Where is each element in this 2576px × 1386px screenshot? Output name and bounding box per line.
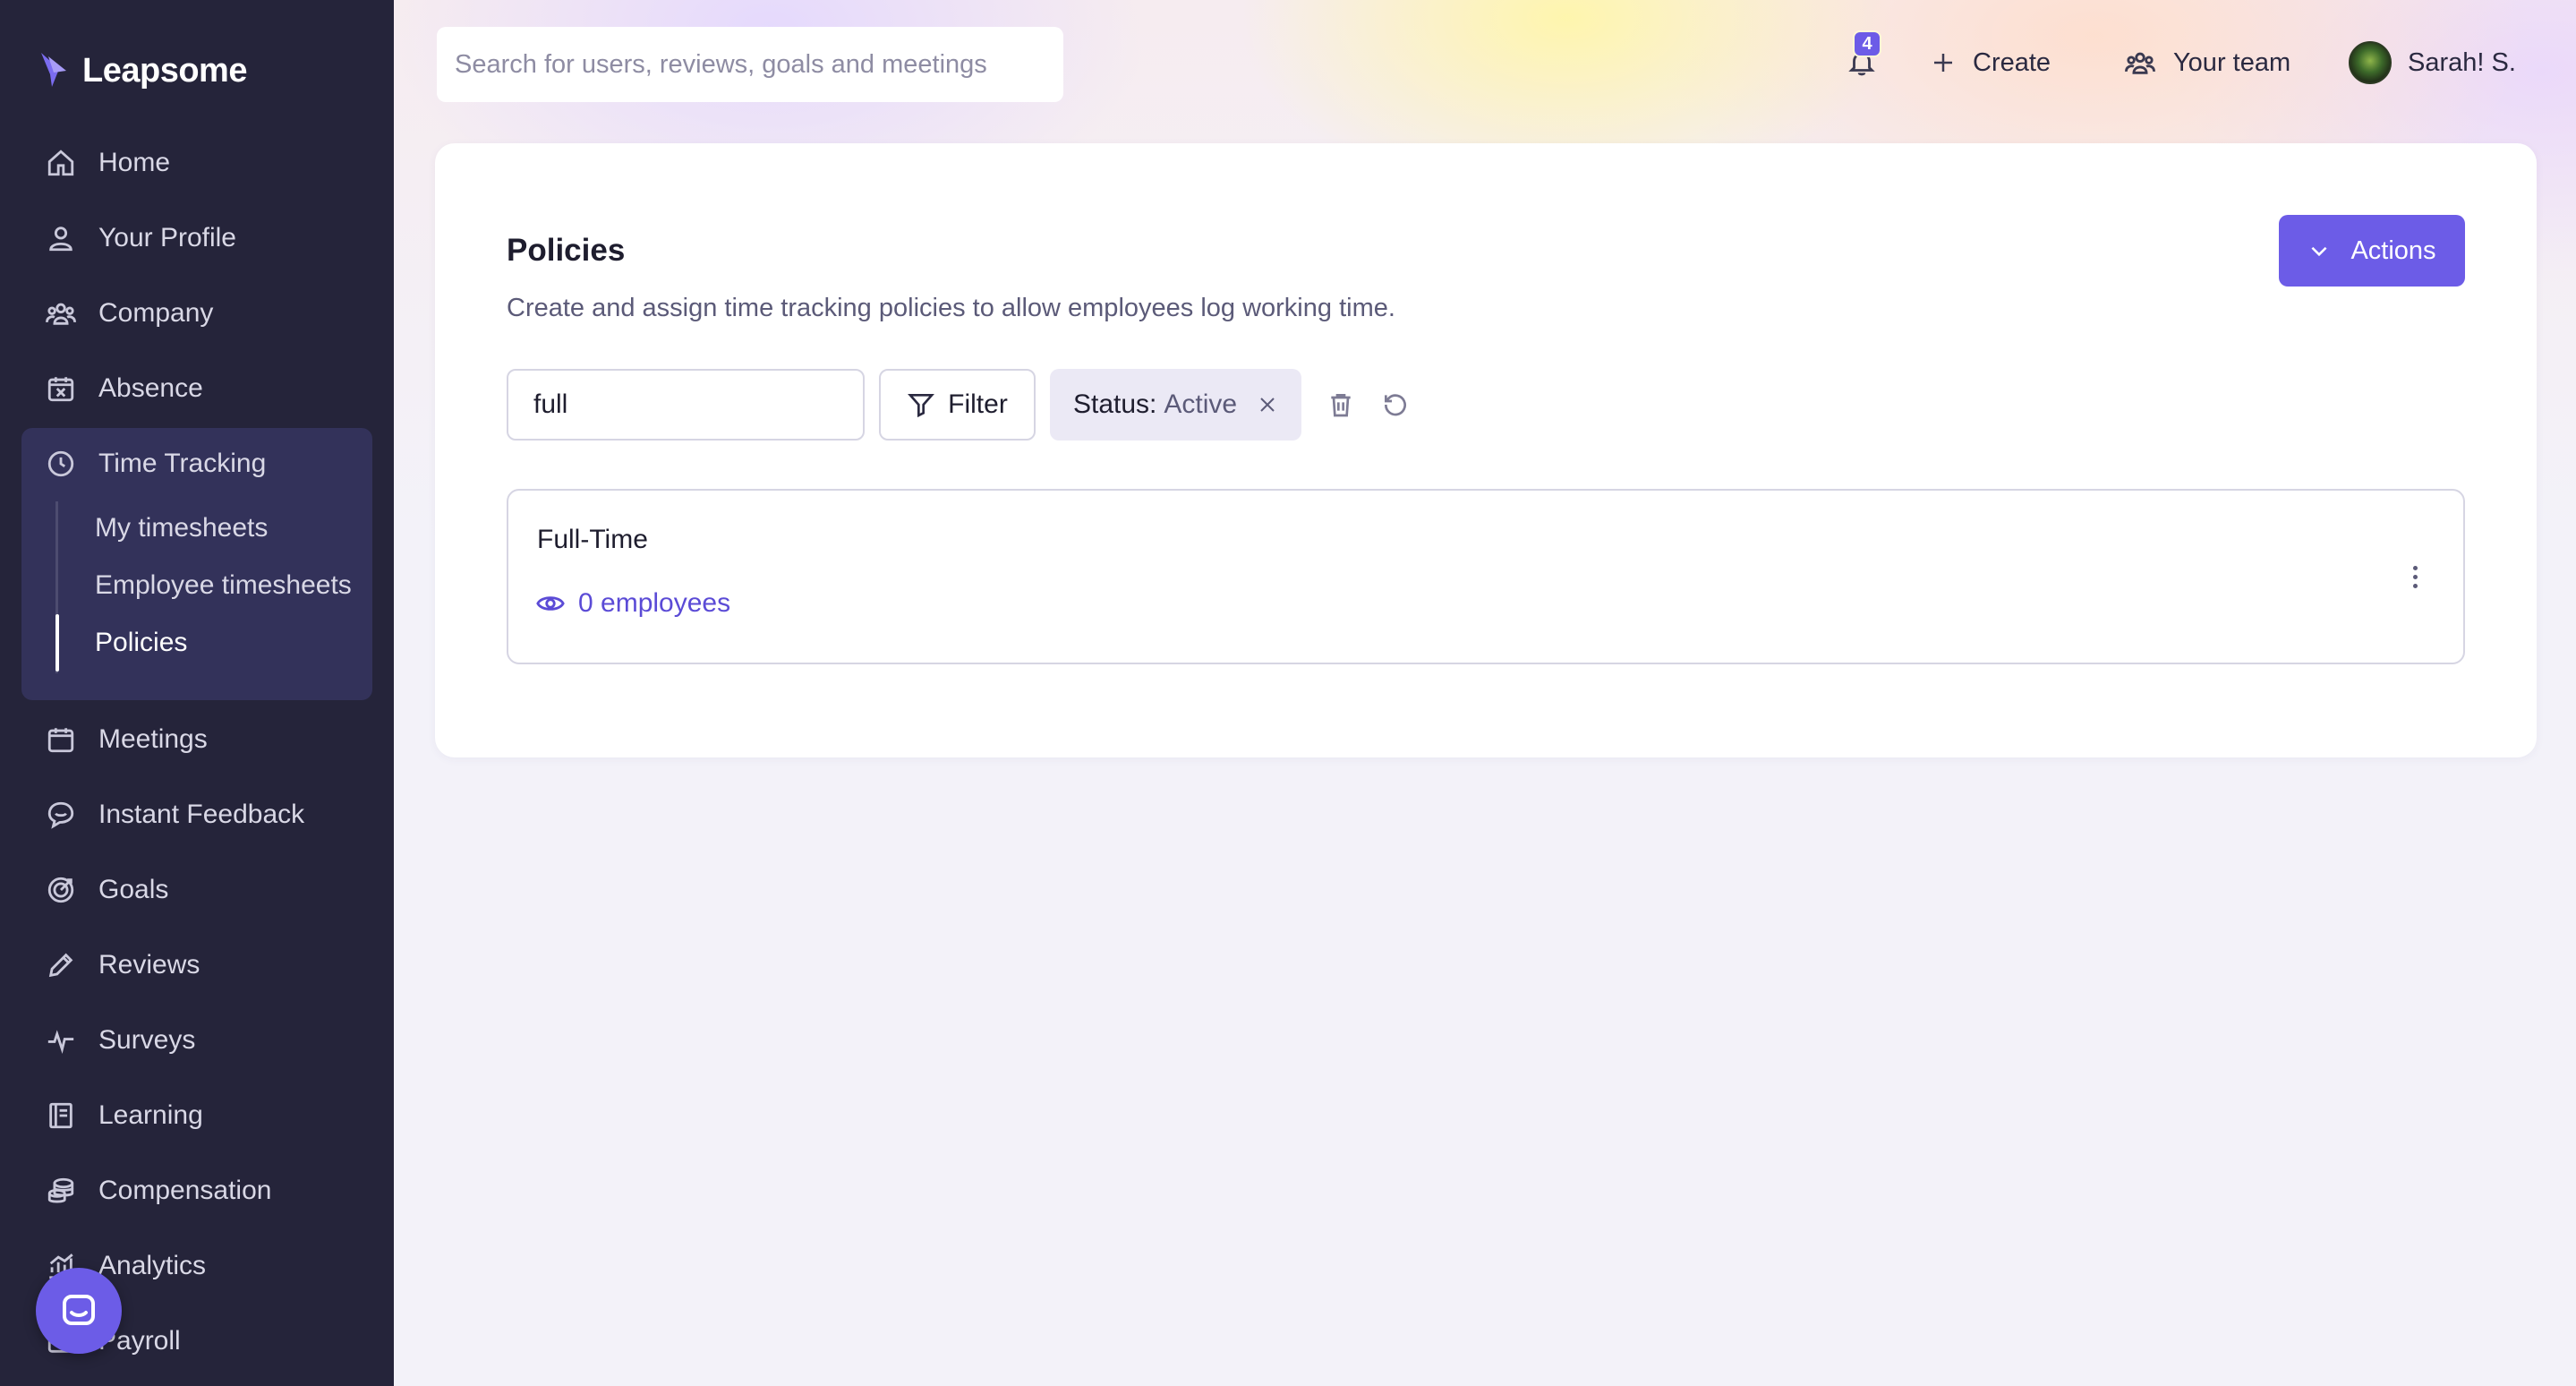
plus-icon <box>1934 54 1952 72</box>
eye-icon <box>536 596 565 611</box>
reset-filters-button[interactable] <box>1374 383 1417 426</box>
sidebar-item-label: Surveys <box>98 1025 196 1055</box>
sidebar-item-meetings[interactable]: Meetings <box>45 713 208 766</box>
avatar <box>2349 41 2392 84</box>
policy-name[interactable]: Full-Time <box>537 525 648 555</box>
policy-search-input[interactable] <box>533 389 879 420</box>
sidebar-item-label: Goals <box>98 875 169 904</box>
sidebar-item-label: Learning <box>98 1100 203 1130</box>
status-chip-key: Status: <box>1073 389 1157 419</box>
create-label: Create <box>1973 47 2051 77</box>
create-button[interactable]: Create <box>1930 36 2051 90</box>
people-icon <box>45 297 77 329</box>
team-icon <box>2125 52 2155 74</box>
sidebar-item-time-tracking[interactable]: Time Tracking <box>45 437 266 491</box>
sidebar-item-compensation[interactable]: Compensation <box>45 1164 271 1218</box>
sidebar-item-learning[interactable]: Learning <box>45 1089 203 1142</box>
sidebar-subitem-employee-timesheets[interactable]: Employee timesheets <box>95 560 352 611</box>
global-search[interactable] <box>437 27 1063 102</box>
chat-bubble-icon <box>63 1295 95 1325</box>
notification-count-badge: 4 <box>1853 30 1881 57</box>
sidebar-item-label: Analytics <box>98 1251 207 1280</box>
your-team-button[interactable]: Your team <box>2123 36 2290 90</box>
employees-count: 0 employees <box>578 588 731 618</box>
sidebar-item-home[interactable]: Home <box>45 136 170 190</box>
sidebar-item-label: Meetings <box>98 724 208 754</box>
clock-icon <box>45 448 77 480</box>
list-item[interactable] <box>507 489 2465 664</box>
target-icon <box>45 874 77 906</box>
filter-label: Filter <box>948 389 1008 419</box>
filter-button[interactable]: Filter <box>879 369 1036 441</box>
chat-icon <box>45 799 77 831</box>
page-title: Policies <box>507 233 626 268</box>
policy-search[interactable] <box>507 369 900 441</box>
actions-button[interactable]: Actions <box>2279 215 2465 287</box>
page-description: Create and assign time tracking policies… <box>507 294 1395 322</box>
home-icon <box>45 147 77 179</box>
sidebar-item-label: Company <box>98 298 214 328</box>
submenu-active-indicator <box>55 614 59 672</box>
more-options-icon[interactable] <box>2399 553 2431 600</box>
filter-icon <box>908 394 935 418</box>
status-filter-chip[interactable]: Status: Active <box>1050 369 1301 441</box>
sidebar-item-label: Reviews <box>98 950 200 980</box>
user-icon <box>45 222 77 254</box>
user-menu[interactable]: Sarah! S. <box>2349 36 2516 90</box>
sidebar-item-label: Instant Feedback <box>98 800 305 829</box>
sidebar-item-surveys[interactable]: Surveys <box>45 1014 195 1067</box>
calendar-x-icon <box>45 372 77 405</box>
leapsome-logo-icon <box>41 53 66 87</box>
clear-filters-button[interactable] <box>1319 383 1362 426</box>
trash-icon <box>1331 394 1351 417</box>
sidebar-item-label: Your Profile <box>98 223 236 252</box>
status-chip-value: Active <box>1164 389 1238 419</box>
policy-employees-link[interactable]: 0 employees <box>535 584 730 623</box>
book-icon <box>45 1099 77 1132</box>
your-team-label: Your team <box>2173 47 2291 77</box>
sidebar: Leapsome Home Your Profile Company Absen… <box>0 0 394 1386</box>
user-name: Sarah! S. <box>2408 47 2516 77</box>
sidebar-subitem-policies[interactable]: Policies <box>95 618 187 668</box>
chevron-down-icon <box>2311 246 2327 257</box>
sidebar-item-absence[interactable]: Absence <box>45 362 203 415</box>
sidebar-item-instant-feedback[interactable]: Instant Feedback <box>45 788 304 842</box>
undo-icon <box>1384 394 1406 416</box>
calendar-icon <box>45 723 77 756</box>
app-name: Leapsome <box>82 51 247 90</box>
chat-launcher-button[interactable] <box>36 1268 122 1354</box>
leapsome-logo[interactable]: Leapsome <box>39 47 247 95</box>
actions-label: Actions <box>2350 235 2436 265</box>
global-search-input[interactable] <box>455 49 1045 80</box>
coins-icon <box>45 1175 77 1207</box>
sidebar-item-company[interactable]: Company <box>45 287 213 340</box>
sidebar-item-label: Absence <box>98 373 203 403</box>
remove-filter-icon[interactable] <box>1257 394 1278 415</box>
pulse-icon <box>45 1024 77 1057</box>
policies-card <box>435 143 2537 757</box>
sidebar-item-label: Compensation <box>98 1176 272 1205</box>
pencil-icon <box>45 949 77 981</box>
sidebar-item-label: Home <box>98 148 171 177</box>
sidebar-subitem-my-timesheets[interactable]: My timesheets <box>95 503 268 553</box>
sidebar-item-goals[interactable]: Goals <box>45 863 168 917</box>
sidebar-item-reviews[interactable]: Reviews <box>45 938 200 992</box>
sidebar-item-label: Time Tracking <box>98 449 267 478</box>
sidebar-item-your-profile[interactable]: Your Profile <box>45 211 236 265</box>
